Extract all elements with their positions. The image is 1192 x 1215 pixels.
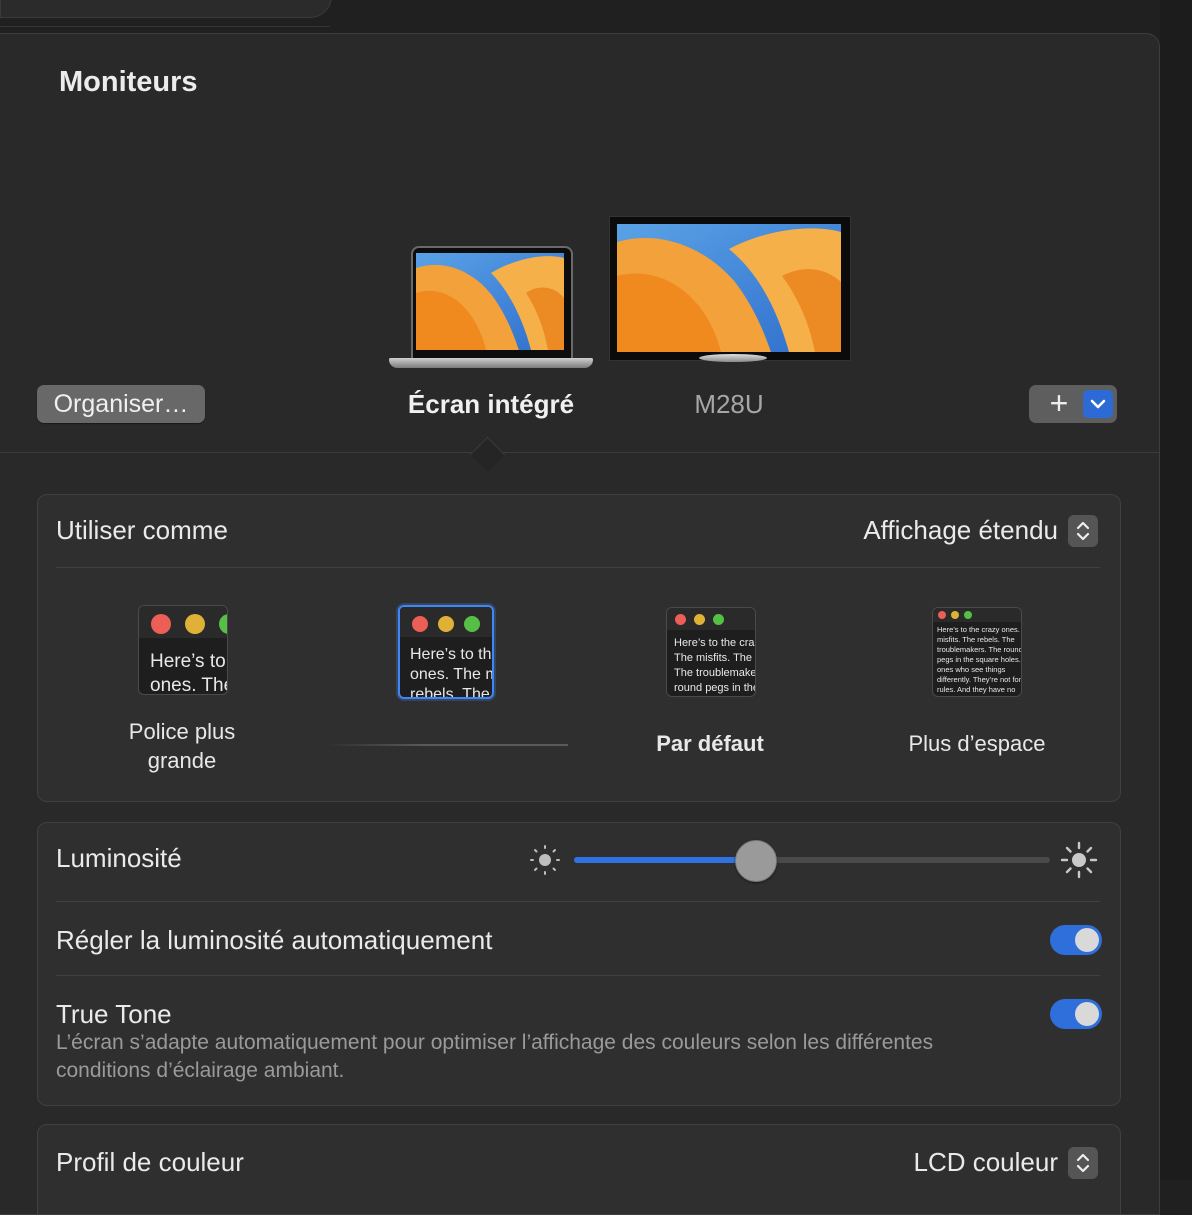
brightness-high-icon (1060, 841, 1098, 884)
resolution-option-larger-text[interactable]: Here’s to the crazy ones. The misfits. T… (62, 605, 302, 805)
resolution-label: Police plus grande (128, 719, 236, 773)
resolution-slider-line (328, 744, 568, 746)
auto-brightness-label: Régler la luminosité automatiquement (56, 925, 493, 955)
section-divider (0, 452, 1159, 453)
background-window-pill (0, 0, 332, 18)
resolution-option-selected[interactable]: Here’s to the crazy ones. The misfits. T… (328, 605, 568, 805)
row-divider (56, 975, 1100, 976)
builtin-display-label[interactable]: Écran intégré (389, 389, 593, 420)
true-tone-toggle[interactable] (1050, 999, 1102, 1029)
color-profile-value[interactable]: LCD couleur (913, 1147, 1058, 1178)
up-down-chevron-icon (1076, 1153, 1090, 1173)
resolution-option-more-space[interactable]: Here’s to the crazy ones. The misfits. T… (852, 605, 1092, 805)
brightness-label: Luminosité (56, 843, 182, 873)
auto-brightness-toggle[interactable] (1050, 925, 1102, 955)
displays-settings-pane: Moniteurs Organiser… Écran intégré M28U … (0, 33, 1160, 1215)
builtin-wallpaper (416, 253, 564, 350)
chevron-down-icon (1090, 399, 1106, 409)
resolution-label: Par défaut (656, 731, 764, 756)
color-profile-label: Profil de couleur (56, 1147, 244, 1177)
m28u-display-thumbnail[interactable] (609, 216, 851, 362)
resolution-preview: Here’s to the crazy ones. The misfits. T… (932, 607, 1022, 697)
true-tone-description: L’écran s’adapte automatiquement pour op… (56, 1031, 934, 1082)
resolution-preview: Here’s to the crazy ones. The misfits. T… (138, 605, 228, 695)
background-strip (1160, 0, 1192, 1180)
use-as-stepper[interactable] (1068, 515, 1098, 547)
add-display-menu-button[interactable] (1083, 390, 1113, 418)
laptop-base (389, 358, 593, 368)
resolution-label: Plus d’espace (908, 731, 1046, 756)
add-display-control[interactable]: + (1029, 385, 1117, 423)
brightness-slider[interactable] (574, 840, 1050, 882)
color-profile-panel: Profil de couleur LCD couleur (37, 1124, 1121, 1214)
brightness-low-icon (528, 843, 562, 882)
builtin-display-thumbnail[interactable] (389, 246, 593, 370)
brightness-slider-knob[interactable] (734, 840, 777, 882)
use-as-label: Utiliser comme (56, 515, 228, 545)
resolution-preview: Here’s to the crazy ones. The misfits. T… (398, 605, 494, 699)
page-title: Moniteurs (59, 66, 198, 98)
add-display-button[interactable]: + (1041, 385, 1077, 423)
brightness-slider-fill (574, 857, 755, 863)
arrange-button[interactable]: Organiser… (37, 385, 205, 423)
up-down-chevron-icon (1076, 521, 1090, 541)
resolution-preview: Here’s to the crazy ones. The misfits. T… (666, 607, 756, 697)
resolution-option-default[interactable]: Here’s to the crazy ones. The misfits. T… (590, 605, 830, 805)
selection-pointer (469, 436, 506, 473)
row-divider (56, 901, 1100, 902)
true-tone-label: True Tone (56, 999, 172, 1029)
background-divider (0, 26, 330, 27)
row-divider (56, 567, 1100, 568)
use-as-value[interactable]: Affichage étendu (863, 515, 1058, 546)
m28u-wallpaper (617, 224, 841, 352)
monitor-stand (699, 354, 767, 362)
color-profile-stepper[interactable] (1068, 1147, 1098, 1179)
brightness-panel: Luminosité Régler la luminosité automati… (37, 822, 1121, 1106)
use-as-panel: Utiliser comme Affichage étendu Here’s t… (37, 494, 1121, 802)
m28u-display-label[interactable]: M28U (609, 389, 849, 420)
